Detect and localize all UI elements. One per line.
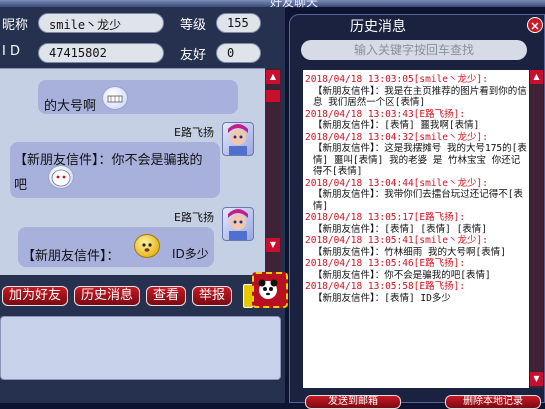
history-entry: 2018/04/18 13:03:05[smile丶龙少]: 【新朋友信件】：我… [305, 74, 527, 109]
scroll-up-icon[interactable]: ▲ [266, 70, 280, 84]
level-field: 155 [216, 13, 261, 33]
chat-message-text: 【新朋友信件】：你不会是骗我的吧 [14, 153, 203, 193]
history-title: 历史消息 [350, 19, 406, 35]
history-entry: 2018/04/18 13:05:58[E路飞扬]: 【新朋友信件】：[表情] … [305, 281, 527, 304]
history-timestamp: 2018/04/18 13:04:44 [305, 177, 414, 189]
message-input[interactable] [0, 316, 281, 380]
friendliness-label: 友好 [180, 48, 207, 63]
nick-field: smile丶龙少 [38, 13, 164, 33]
id-label: I D [2, 44, 20, 59]
friendliness-field: 0 [216, 43, 261, 63]
history-user: [E路飞扬]: [413, 108, 466, 120]
history-timestamp: 2018/04/18 13:05:17 [305, 212, 414, 223]
history-entry: 2018/04/18 13:03:43[E路飞扬]: 【新朋友信件】：[表情] … [305, 109, 527, 132]
history-entry: 2018/04/18 13:05:41[smile丶龙少]: 【新朋友信件】：竹… [305, 235, 527, 258]
nick-label: 昵称 [2, 18, 29, 33]
history-scrollbar[interactable] [530, 70, 543, 388]
history-message: 【新朋友信件】：竹林细雨 我的大号啊[表情] [313, 246, 506, 258]
chat-message-text: 的大号啊 [44, 99, 97, 114]
history-message: 【新朋友信件】：我是在主页推荐的图片看到你的信息 我们居然一个区[表情] [313, 85, 527, 109]
history-timestamp: 2018/04/18 13:03:43 [305, 108, 414, 120]
history-user: [smile丶龙少]: [413, 177, 488, 189]
report-button[interactable]: 举报 [192, 286, 232, 306]
emoji-icon [102, 86, 128, 110]
history-timestamp: 2018/04/18 13:04:32 [305, 131, 414, 143]
history-entry: 2018/04/18 13:05:46[E路飞扬]: 【新朋友信件】：你不会是骗… [305, 258, 527, 281]
history-search-input[interactable]: 输入关键字按回车查找 [301, 40, 527, 60]
input-footer [0, 382, 281, 403]
history-user: [E路飞扬]: [413, 212, 466, 223]
scroll-thumb[interactable] [266, 90, 280, 102]
panda-emoticon-icon[interactable] [252, 272, 288, 308]
history-user: [smile丶龙少]: [413, 74, 488, 85]
sender-avatar[interactable] [222, 122, 254, 156]
chat-sender-name: E路飞扬 [174, 126, 214, 139]
send-to-mailbox-button[interactable]: 发送到邮箱 [305, 395, 401, 409]
scroll-down-icon[interactable]: ▼ [530, 372, 543, 386]
history-message: 【新朋友信件】：[表情] [表情] [表情] [313, 223, 488, 235]
history-user: [E路飞扬]: [413, 281, 466, 292]
delete-local-records-button[interactable]: 删除本地记录 [445, 395, 541, 409]
history-message: 【新朋友信件】：我带你们去擂台玩过还记得不[表情] [313, 189, 523, 212]
chat-history-area[interactable]: 的大号啊 E路飞扬 【新朋友信件】：你不会是骗我的吧 E路飞扬 【新朋友信件】：… [0, 68, 265, 275]
history-message: 【新朋友信件】：[表情] ID多少 [313, 292, 451, 304]
history-entry: 2018/04/18 13:05:17[E路飞扬]: 【新朋友信件】：[表情] … [305, 212, 527, 235]
history-button[interactable]: 历史消息 [74, 286, 140, 306]
history-timestamp: 2018/04/18 13:05:58 [305, 281, 414, 292]
chat-message-tail: ID多少 [172, 247, 209, 261]
add-friend-button[interactable]: 加为好友 [2, 286, 68, 306]
history-user: [smile丶龙少]: [413, 235, 488, 246]
view-button[interactable]: 查看 [146, 286, 186, 306]
history-user: [E路飞扬]: [413, 258, 466, 269]
scroll-down-icon[interactable]: ▼ [266, 238, 280, 252]
scroll-up-icon[interactable]: ▲ [530, 70, 543, 84]
history-timestamp: 2018/04/18 13:05:41 [305, 235, 414, 246]
history-message-list[interactable]: 2018/04/18 13:03:05[smile丶龙少]: 【新朋友信件】：我… [303, 70, 529, 388]
id-field: 47415802 [38, 43, 164, 63]
history-entry: 2018/04/18 13:04:44[smile丶龙少]: 【新朋友信件】：我… [305, 178, 527, 213]
level-label: 等级 [180, 18, 207, 33]
emoji-icon [48, 165, 74, 189]
sender-avatar[interactable] [222, 207, 254, 241]
history-user: [smile丶龙少]: [413, 131, 488, 143]
close-icon[interactable] [527, 17, 543, 33]
history-message: 【新朋友信件】：你不会是骗我的吧[表情] [313, 269, 491, 281]
chat-sender-name: E路飞扬 [174, 211, 214, 224]
history-timestamp: 2018/04/18 13:05:46 [305, 258, 414, 269]
history-timestamp: 2018/04/18 13:03:05 [305, 74, 414, 85]
emoji-icon [134, 234, 160, 258]
history-message: 【新朋友信件】：这是我摆摊号 我的大号175的[表情] 噩叫[表情] 我的老婆 … [313, 143, 527, 177]
chat-message-text: 【新朋友信件】： [22, 249, 120, 264]
history-message: 【新朋友信件】：[表情] 噩我啊[表情] [313, 120, 480, 131]
history-entry: 2018/04/18 13:04:32[smile丶龙少]: 【新朋友信件】：这… [305, 132, 527, 178]
